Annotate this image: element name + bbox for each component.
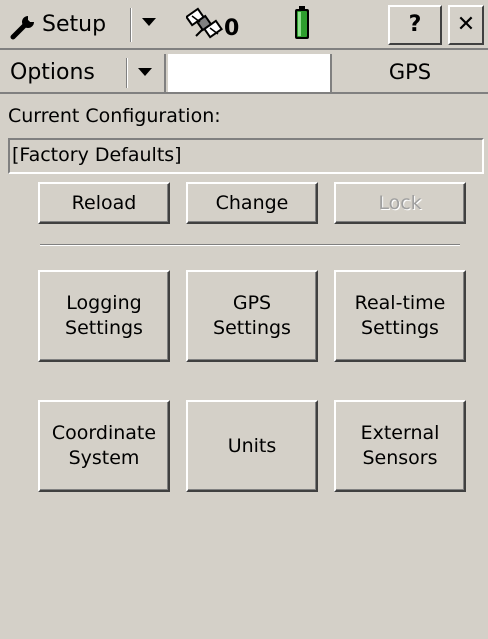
setup-menu-button[interactable]: Setup: [4, 4, 166, 46]
options-bar-blank: [168, 54, 332, 92]
options-menu-label: Options: [10, 60, 95, 85]
current-configuration-label: Current Configuration:: [8, 105, 221, 127]
options-bar: Options GPS: [0, 52, 488, 94]
menu-separator: [126, 58, 128, 88]
setup-screen: Setup 0 ? ✕ Options GPS Current Configur…: [0, 0, 488, 639]
setup-menu-label: Setup: [42, 12, 107, 37]
satellite-icon[interactable]: [186, 6, 226, 44]
chevron-down-icon: [142, 18, 156, 26]
lock-button: Lock: [334, 182, 466, 224]
wrench-icon: [10, 16, 34, 40]
current-configuration-field: [Factory Defaults]: [8, 138, 484, 174]
menu-separator: [130, 8, 132, 42]
gps-settings-button[interactable]: GPS Settings: [186, 270, 318, 362]
divider: [40, 244, 460, 246]
change-button[interactable]: Change: [186, 182, 318, 224]
logging-settings-button[interactable]: Logging Settings: [38, 270, 170, 362]
coordinate-system-button[interactable]: Coordinate System: [38, 400, 170, 492]
tab-gps[interactable]: GPS: [334, 54, 486, 92]
battery-icon[interactable]: [294, 6, 310, 40]
title-bar: Setup 0 ? ✕: [0, 0, 488, 50]
options-menu-button[interactable]: Options: [2, 54, 166, 92]
close-button[interactable]: ✕: [448, 5, 484, 45]
reload-button[interactable]: Reload: [38, 182, 170, 224]
realtime-settings-button[interactable]: Real-time Settings: [334, 270, 466, 362]
satellite-count: 0: [224, 16, 240, 41]
chevron-down-icon: [138, 68, 152, 76]
help-button[interactable]: ?: [388, 5, 442, 45]
units-button[interactable]: Units: [186, 400, 318, 492]
external-sensors-button[interactable]: External Sensors: [334, 400, 466, 492]
